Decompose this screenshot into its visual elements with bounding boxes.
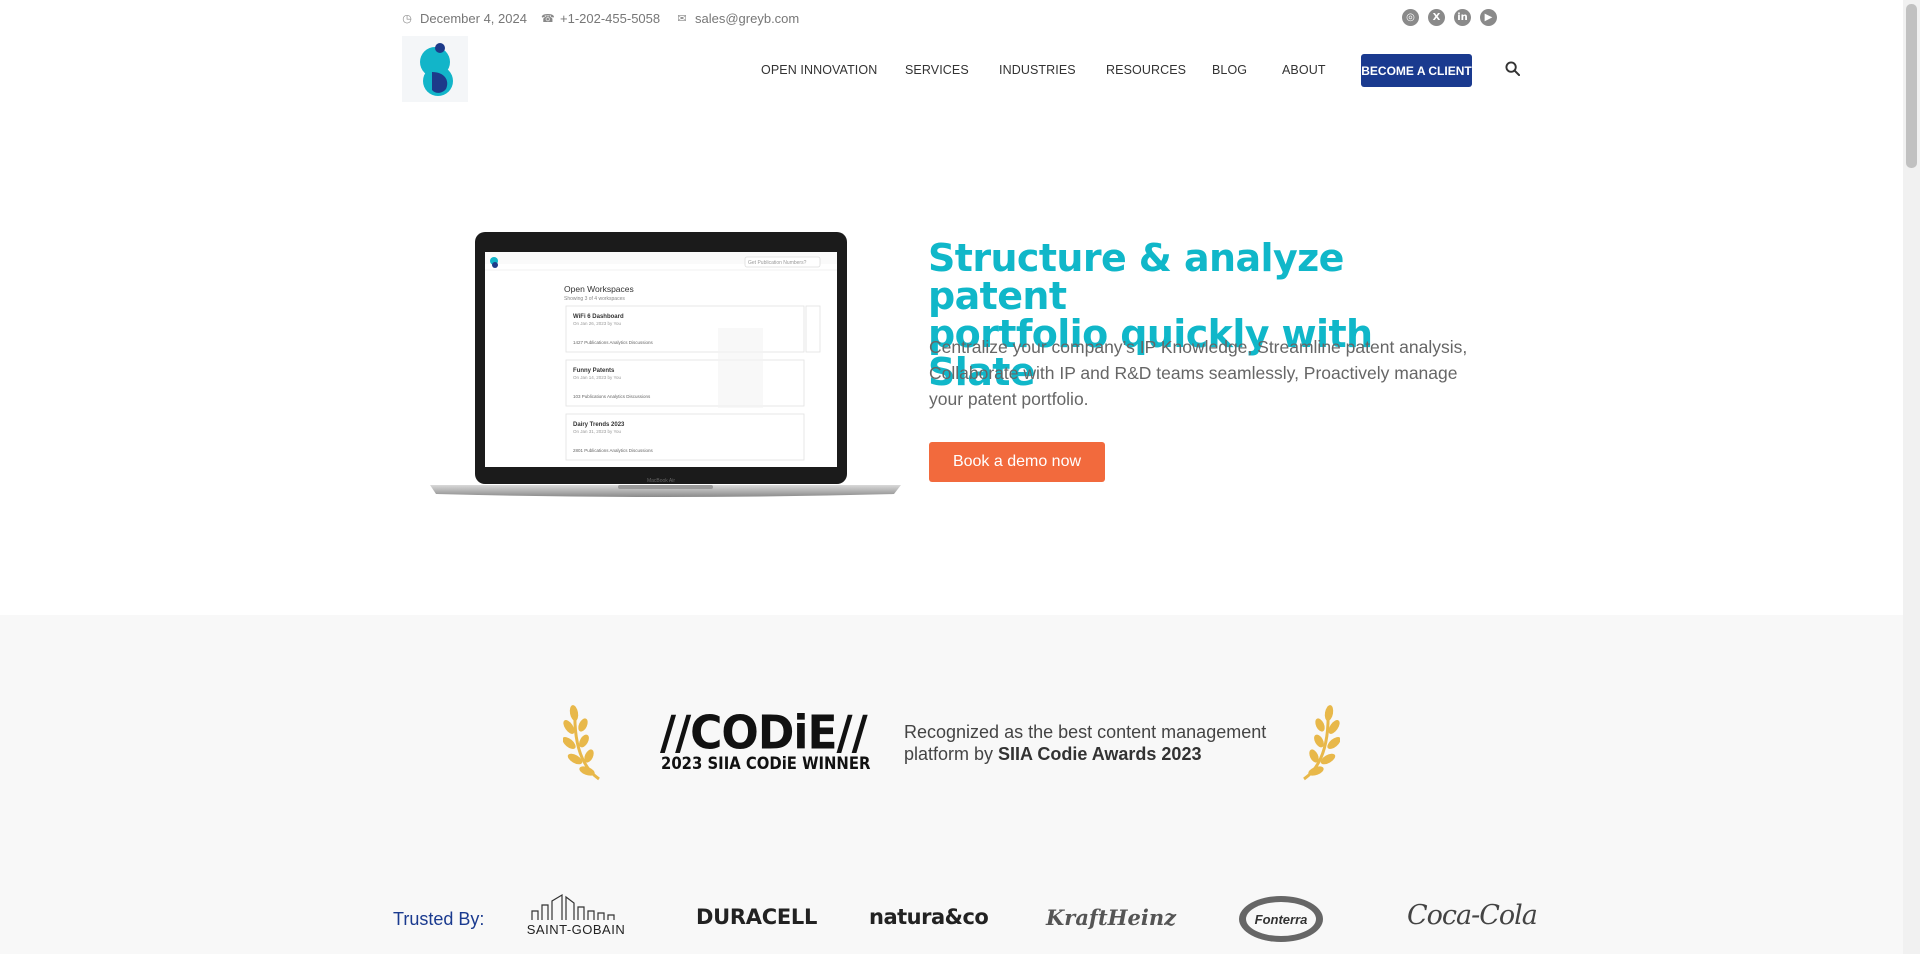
scrollbar-thumb[interactable] — [1906, 4, 1917, 168]
screen-subheading: Showing 3 of 4 workspaces — [564, 296, 625, 302]
hero-title-line1: Structure & analyze patent — [928, 236, 1344, 318]
hero-description: Centralize your company’s IP Knowledge, … — [929, 337, 1468, 409]
laurel-left-icon — [563, 705, 600, 781]
become-client-button[interactable]: BECOME A CLIENT — [1361, 54, 1472, 87]
nav-industries[interactable]: INDUSTRIES — [999, 63, 1076, 77]
award-text-bold: SIIA Codie Awards 2023 — [998, 744, 1202, 764]
award-text: Recognized as the best content managemen… — [904, 721, 1284, 765]
nav-open-innovation[interactable]: OPEN INNOVATION — [761, 63, 877, 77]
coca-cola-logo: Coca-Cola — [1407, 900, 1538, 931]
fonterra-logo: Fonterra — [1239, 896, 1323, 942]
svg-text:Dairy Trends 2023: Dairy Trends 2023 — [573, 422, 625, 428]
laurel-right-icon — [1303, 705, 1340, 781]
trusted-by-label: Trusted By: — [393, 909, 485, 929]
svg-text:On Jan 31, 2023 by You: On Jan 31, 2023 by You — [573, 429, 622, 434]
codie-logo-text: //CODiE// — [660, 706, 868, 761]
city-skyline-icon — [531, 893, 615, 920]
svg-text:103 Publications Analytics: 103 Publications Analytics Discussions — [573, 394, 651, 399]
svg-text:1427 Publications Analytics: 1427 Publications Analytics Discussions — [573, 340, 654, 345]
laptop-label: MacBook Air — [647, 478, 675, 484]
date-info: ◷ December 4, 2024 — [401, 11, 527, 26]
svg-text:Funny Patents: Funny Patents — [573, 368, 615, 374]
youtube-icon[interactable]: ▶ — [1480, 9, 1497, 26]
date-text: December 4, 2024 — [420, 11, 527, 26]
phone-info[interactable]: ☎ +1-202-455-5058 — [541, 11, 660, 26]
nav-blog[interactable]: BLOG — [1212, 63, 1247, 77]
email-text[interactable]: sales@greyb.com — [695, 11, 799, 26]
workspace-card: WiFi 6 Dashboard On Jan 26, 2023 by You … — [565, 305, 805, 353]
nav-services[interactable]: SERVICES — [905, 63, 969, 77]
top-info-bar: ◷ December 4, 2024 ☎ +1-202-455-5058 ✉ s… — [0, 0, 1903, 36]
greyb-logo[interactable] — [402, 36, 468, 102]
workspace-card: Funny Patents On Jan 14, 2023 by You 103… — [565, 359, 805, 407]
svg-text:On Jan 26, 2023 by You: On Jan 26, 2023 by You — [573, 321, 622, 326]
screen-search: Get Publication Numbers? — [748, 260, 807, 266]
screen-heading: Open Workspaces — [564, 284, 634, 294]
award-section — [0, 615, 1903, 954]
svg-text:WiFi 6 Dashboard: WiFi 6 Dashboard — [573, 314, 624, 320]
book-demo-button[interactable]: Book a demo now — [929, 442, 1105, 482]
mail-icon: ✉ — [677, 13, 687, 25]
nav-about[interactable]: ABOUT — [1282, 63, 1326, 77]
saint-gobain-text: SAINT-GOBAIN — [526, 922, 626, 937]
page-scrollbar[interactable] — [1903, 0, 1920, 954]
laptop-mockup: MacBook Air Get Publication Numbers? Ope… — [430, 232, 901, 497]
svg-text:2801 Publications Analytics: 2801 Publications Analytics Discussions — [573, 448, 654, 453]
phone-text[interactable]: +1-202-455-5058 — [560, 11, 660, 26]
svg-text:On Jan 14, 2023 by You: On Jan 14, 2023 by You — [573, 375, 622, 380]
duracell-logo: DURACELL — [696, 905, 818, 929]
kraftheinz-logo: KraftHeinz — [1046, 905, 1177, 930]
x-icon[interactable]: X — [1428, 9, 1445, 26]
search-icon[interactable] — [1505, 61, 1520, 76]
social-links: ◎ X in ▶ — [1402, 9, 1497, 26]
instagram-icon[interactable]: ◎ — [1402, 9, 1419, 26]
clock-icon: ◷ — [402, 13, 412, 25]
email-info[interactable]: ✉ sales@greyb.com — [676, 11, 799, 26]
natura-logo: natura&co — [869, 905, 989, 929]
linkedin-icon[interactable]: in — [1454, 9, 1471, 26]
saint-gobain-logo: SAINT-GOBAIN — [522, 893, 630, 941]
codie-logo-subtitle: 2023 SIIA CODiE WINNER — [661, 754, 871, 773]
workspace-card: Dairy Trends 2023 On Jan 31, 2023 by You… — [565, 413, 805, 461]
nav-resources[interactable]: RESOURCES — [1106, 63, 1186, 77]
phone-icon: ☎ — [541, 13, 555, 25]
fonterra-text: Fonterra — [1246, 902, 1316, 936]
